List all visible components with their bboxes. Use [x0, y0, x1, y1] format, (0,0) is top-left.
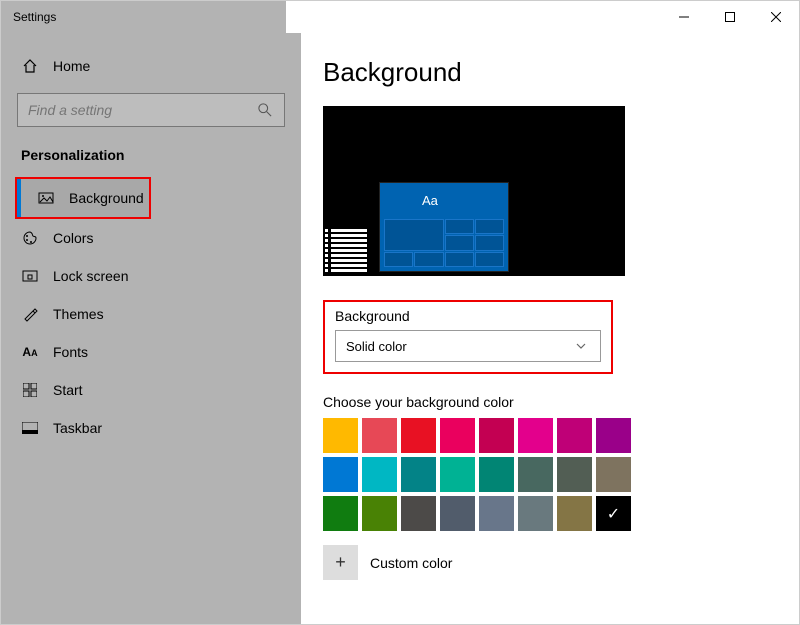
color-swatch-grid: ✓ — [323, 418, 631, 531]
color-swatch[interactable] — [518, 418, 553, 453]
home-nav[interactable]: Home — [1, 47, 301, 85]
custom-color-button[interactable]: + — [323, 545, 358, 580]
chevron-down-icon — [572, 337, 590, 355]
home-label: Home — [53, 58, 90, 74]
color-swatch[interactable] — [323, 457, 358, 492]
search-box[interactable] — [17, 93, 285, 127]
color-swatch[interactable] — [440, 418, 475, 453]
color-swatch[interactable] — [401, 457, 436, 492]
nav-item-fonts[interactable]: AA Fonts — [1, 333, 301, 371]
picture-icon — [37, 189, 55, 207]
nav-item-taskbar[interactable]: Taskbar — [1, 409, 301, 447]
color-swatch[interactable] — [479, 496, 514, 531]
nav-label: Background — [69, 190, 144, 206]
custom-color-label: Custom color — [370, 555, 452, 571]
color-swatch[interactable] — [596, 418, 631, 453]
nav-label: Taskbar — [53, 420, 102, 436]
start-icon — [21, 381, 39, 399]
color-swatch[interactable] — [440, 496, 475, 531]
themes-icon — [21, 305, 39, 323]
nav-item-background[interactable]: Background — [17, 179, 149, 217]
nav-item-themes[interactable]: Themes — [1, 295, 301, 333]
plus-icon: + — [335, 552, 346, 573]
nav-label: Start — [53, 382, 83, 398]
color-swatch[interactable] — [518, 457, 553, 492]
home-icon — [21, 57, 39, 75]
color-swatch[interactable] — [557, 496, 592, 531]
nav-label: Fonts — [53, 344, 88, 360]
nav-label: Colors — [53, 230, 93, 246]
background-dropdown[interactable]: Solid color — [335, 330, 601, 362]
color-swatch[interactable] — [401, 496, 436, 531]
color-swatch[interactable] — [362, 457, 397, 492]
search-icon — [256, 101, 274, 119]
main-content: Background Aa Background — [301, 33, 799, 624]
color-swatch[interactable] — [518, 496, 553, 531]
color-swatch[interactable] — [596, 457, 631, 492]
preview-sample-text: Aa — [422, 193, 438, 208]
color-swatch[interactable] — [323, 418, 358, 453]
fonts-icon: AA — [21, 343, 39, 361]
color-swatch[interactable] — [557, 418, 592, 453]
desktop-preview: Aa — [323, 106, 625, 276]
category-header: Personalization — [1, 141, 301, 177]
color-swatch[interactable] — [323, 496, 358, 531]
nav-item-lock-screen[interactable]: Lock screen — [1, 257, 301, 295]
taskbar-icon — [21, 419, 39, 437]
color-swatch[interactable]: ✓ — [596, 496, 631, 531]
check-icon: ✓ — [596, 496, 631, 531]
palette-icon — [21, 229, 39, 247]
color-swatch[interactable] — [440, 457, 475, 492]
maximize-button[interactable] — [707, 1, 753, 33]
search-input[interactable] — [28, 102, 256, 118]
close-button[interactable] — [753, 1, 799, 33]
nav-item-colors[interactable]: Colors — [1, 219, 301, 257]
window-title: Settings — [1, 10, 56, 24]
page-title: Background — [323, 57, 767, 88]
sidebar: Home Personalization Background — [1, 33, 301, 624]
dropdown-value: Solid color — [346, 339, 407, 354]
color-swatch[interactable] — [401, 418, 436, 453]
color-swatch[interactable] — [479, 457, 514, 492]
nav-label: Lock screen — [53, 268, 128, 284]
nav-item-start[interactable]: Start — [1, 371, 301, 409]
background-dropdown-label: Background — [335, 308, 601, 324]
lock-screen-icon — [21, 267, 39, 285]
minimize-button[interactable] — [661, 1, 707, 33]
titlebar: Settings — [1, 1, 799, 33]
color-swatch[interactable] — [557, 457, 592, 492]
color-swatch[interactable] — [362, 418, 397, 453]
color-swatch[interactable] — [362, 496, 397, 531]
nav-label: Themes — [53, 306, 104, 322]
color-swatch[interactable] — [479, 418, 514, 453]
choose-color-label: Choose your background color — [323, 394, 767, 410]
